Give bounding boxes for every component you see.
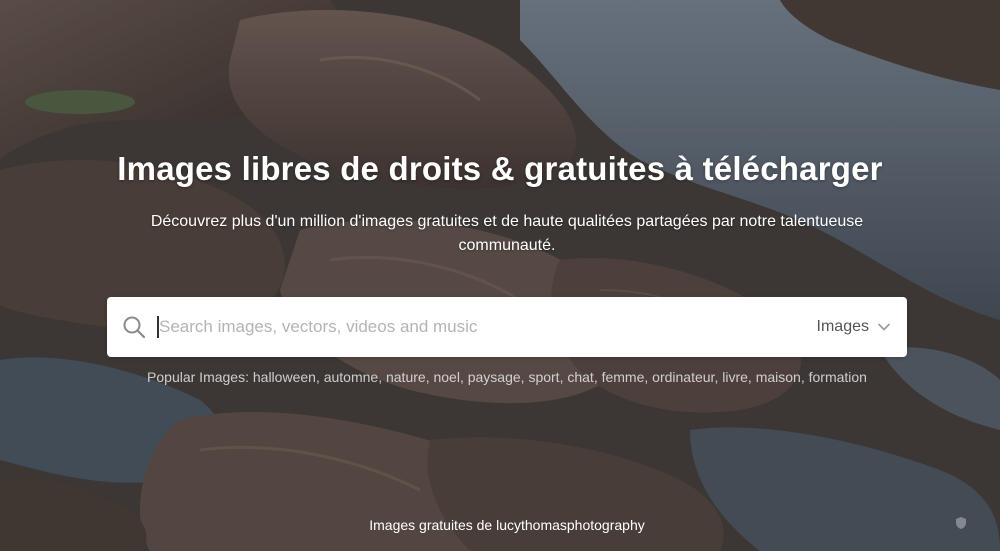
- credit-prefix: Images gratuites de: [369, 517, 493, 533]
- credit-author-link[interactable]: lucythomasphotography: [496, 517, 645, 533]
- popular-label: Popular Images:: [147, 369, 249, 385]
- popular-tag-paysage[interactable]: paysage: [468, 369, 521, 385]
- popular-tag-ordinateur[interactable]: ordinateur: [652, 369, 714, 385]
- hero-section: Images libres de droits & gratuites à té…: [0, 0, 1000, 551]
- popular-tag-sport[interactable]: sport: [528, 369, 559, 385]
- popular-tag-nature[interactable]: nature: [386, 369, 426, 385]
- popular-tag-livre[interactable]: livre: [722, 369, 748, 385]
- photo-credit: Images gratuites de lucythomasphotograph…: [0, 517, 1000, 533]
- popular-tag-formation[interactable]: formation: [809, 369, 867, 385]
- popular-tag-noel[interactable]: noel: [433, 369, 459, 385]
- popular-tags: halloween, automne, nature, noel, paysag…: [252, 369, 867, 385]
- page-title: Images libres de droits & gratuites à té…: [117, 150, 883, 187]
- hero-content: Images libres de droits & gratuites à té…: [0, 0, 1000, 551]
- popular-searches: Popular Images: halloween, automne, natu…: [0, 369, 1000, 385]
- popular-tag-automne[interactable]: automne: [324, 369, 378, 385]
- media-type-label: Images: [816, 318, 869, 335]
- text-caret: [157, 316, 159, 338]
- popular-tag-chat[interactable]: chat: [567, 369, 593, 385]
- shield-icon[interactable]: [954, 516, 968, 530]
- media-type-dropdown[interactable]: Images: [817, 297, 891, 357]
- search-input[interactable]: [159, 297, 799, 357]
- search-bar: Images: [107, 297, 907, 357]
- chevron-down-icon: [877, 320, 891, 334]
- popular-tag-halloween[interactable]: halloween: [253, 369, 316, 385]
- popular-tag-maison[interactable]: maison: [756, 369, 801, 385]
- search-icon[interactable]: [121, 314, 147, 340]
- popular-tag-femme[interactable]: femme: [602, 369, 645, 385]
- page-subtitle: Découvrez plus d'un million d'images gra…: [150, 213, 864, 254]
